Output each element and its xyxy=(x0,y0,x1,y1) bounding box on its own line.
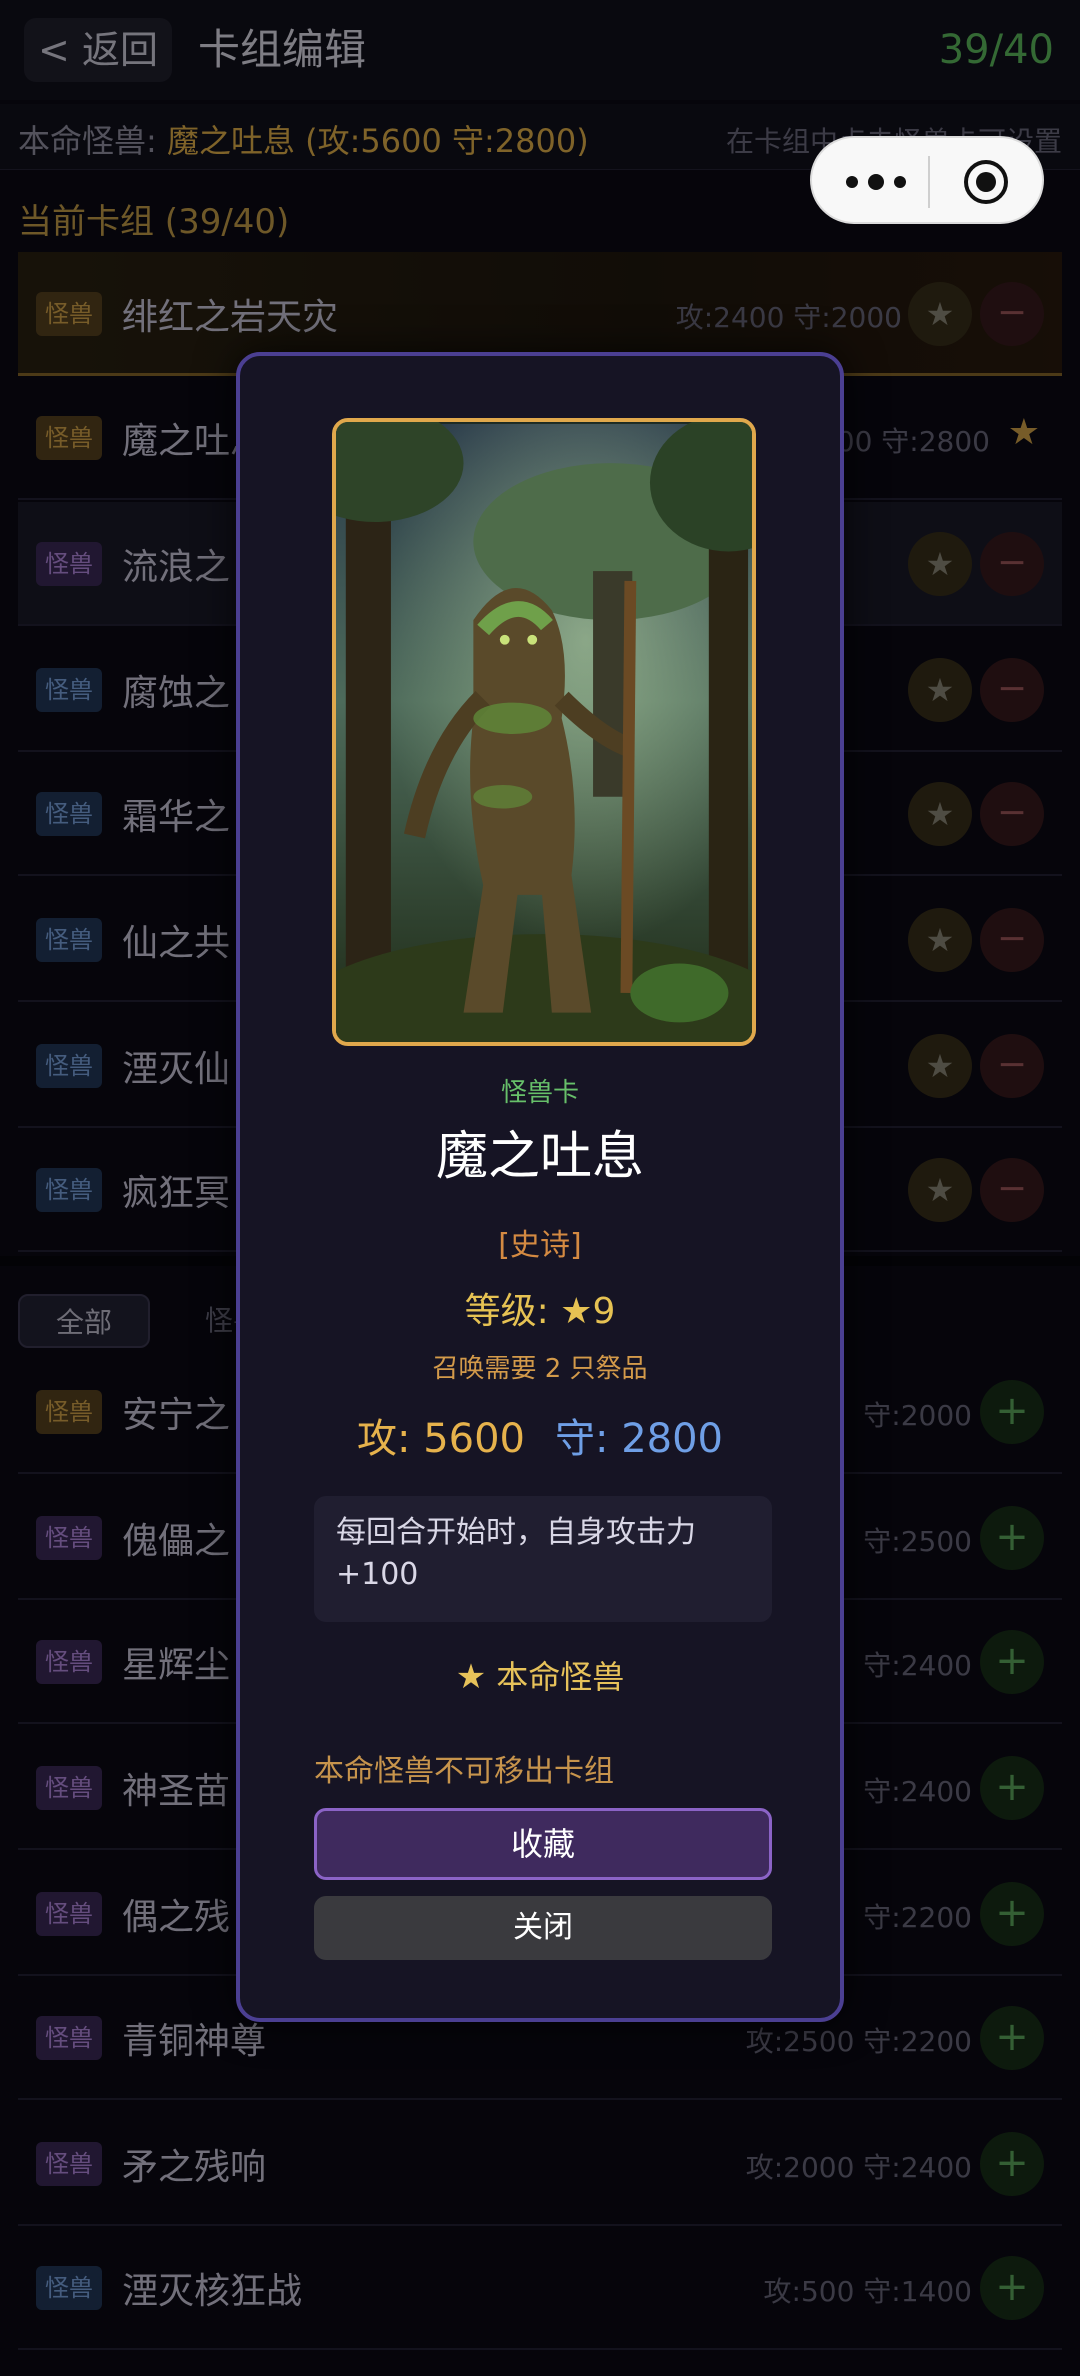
close-button[interactable]: 关闭 xyxy=(314,1896,772,1960)
remove-warning: 本命怪兽不可移出卡组 xyxy=(314,1754,614,1789)
level-label: 等级: ★9 xyxy=(464,1291,616,1332)
card-detail-modal: 怪兽卡 魔之吐息 [史诗] 等级: ★9 召唤需要 2 只祭品 攻: 5600 守… xyxy=(236,352,844,2022)
attack-value: 攻: 5600 xyxy=(357,1416,525,1462)
summon-requirement: 召唤需要 2 只祭品 xyxy=(432,1354,648,1384)
effect-description: 每回合开始时，自身攻击力+100 xyxy=(314,1496,772,1622)
more-icon[interactable] xyxy=(842,162,912,202)
capsule-divider xyxy=(928,156,930,208)
card-title: 魔之吐息 xyxy=(435,1127,644,1187)
attack-defense: 攻: 5600 守: 2800 xyxy=(240,1406,840,1464)
star-icon: ★ xyxy=(455,1657,487,1697)
card-kind: 怪兽卡 xyxy=(500,1078,579,1108)
defense-value: 守: 2800 xyxy=(555,1416,723,1462)
treant-illustration-icon xyxy=(336,422,752,1042)
close-miniprogram-icon[interactable] xyxy=(964,160,1008,204)
card-art xyxy=(332,418,756,1046)
main-beast-badge: ★ 本命怪兽 xyxy=(240,1652,840,1698)
collect-button[interactable]: 收藏 xyxy=(314,1808,772,1880)
rarity-label: [史诗] xyxy=(498,1228,582,1263)
main-beast-badge-label: 本命怪兽 xyxy=(496,1658,625,1696)
miniprogram-capsule xyxy=(810,136,1044,224)
